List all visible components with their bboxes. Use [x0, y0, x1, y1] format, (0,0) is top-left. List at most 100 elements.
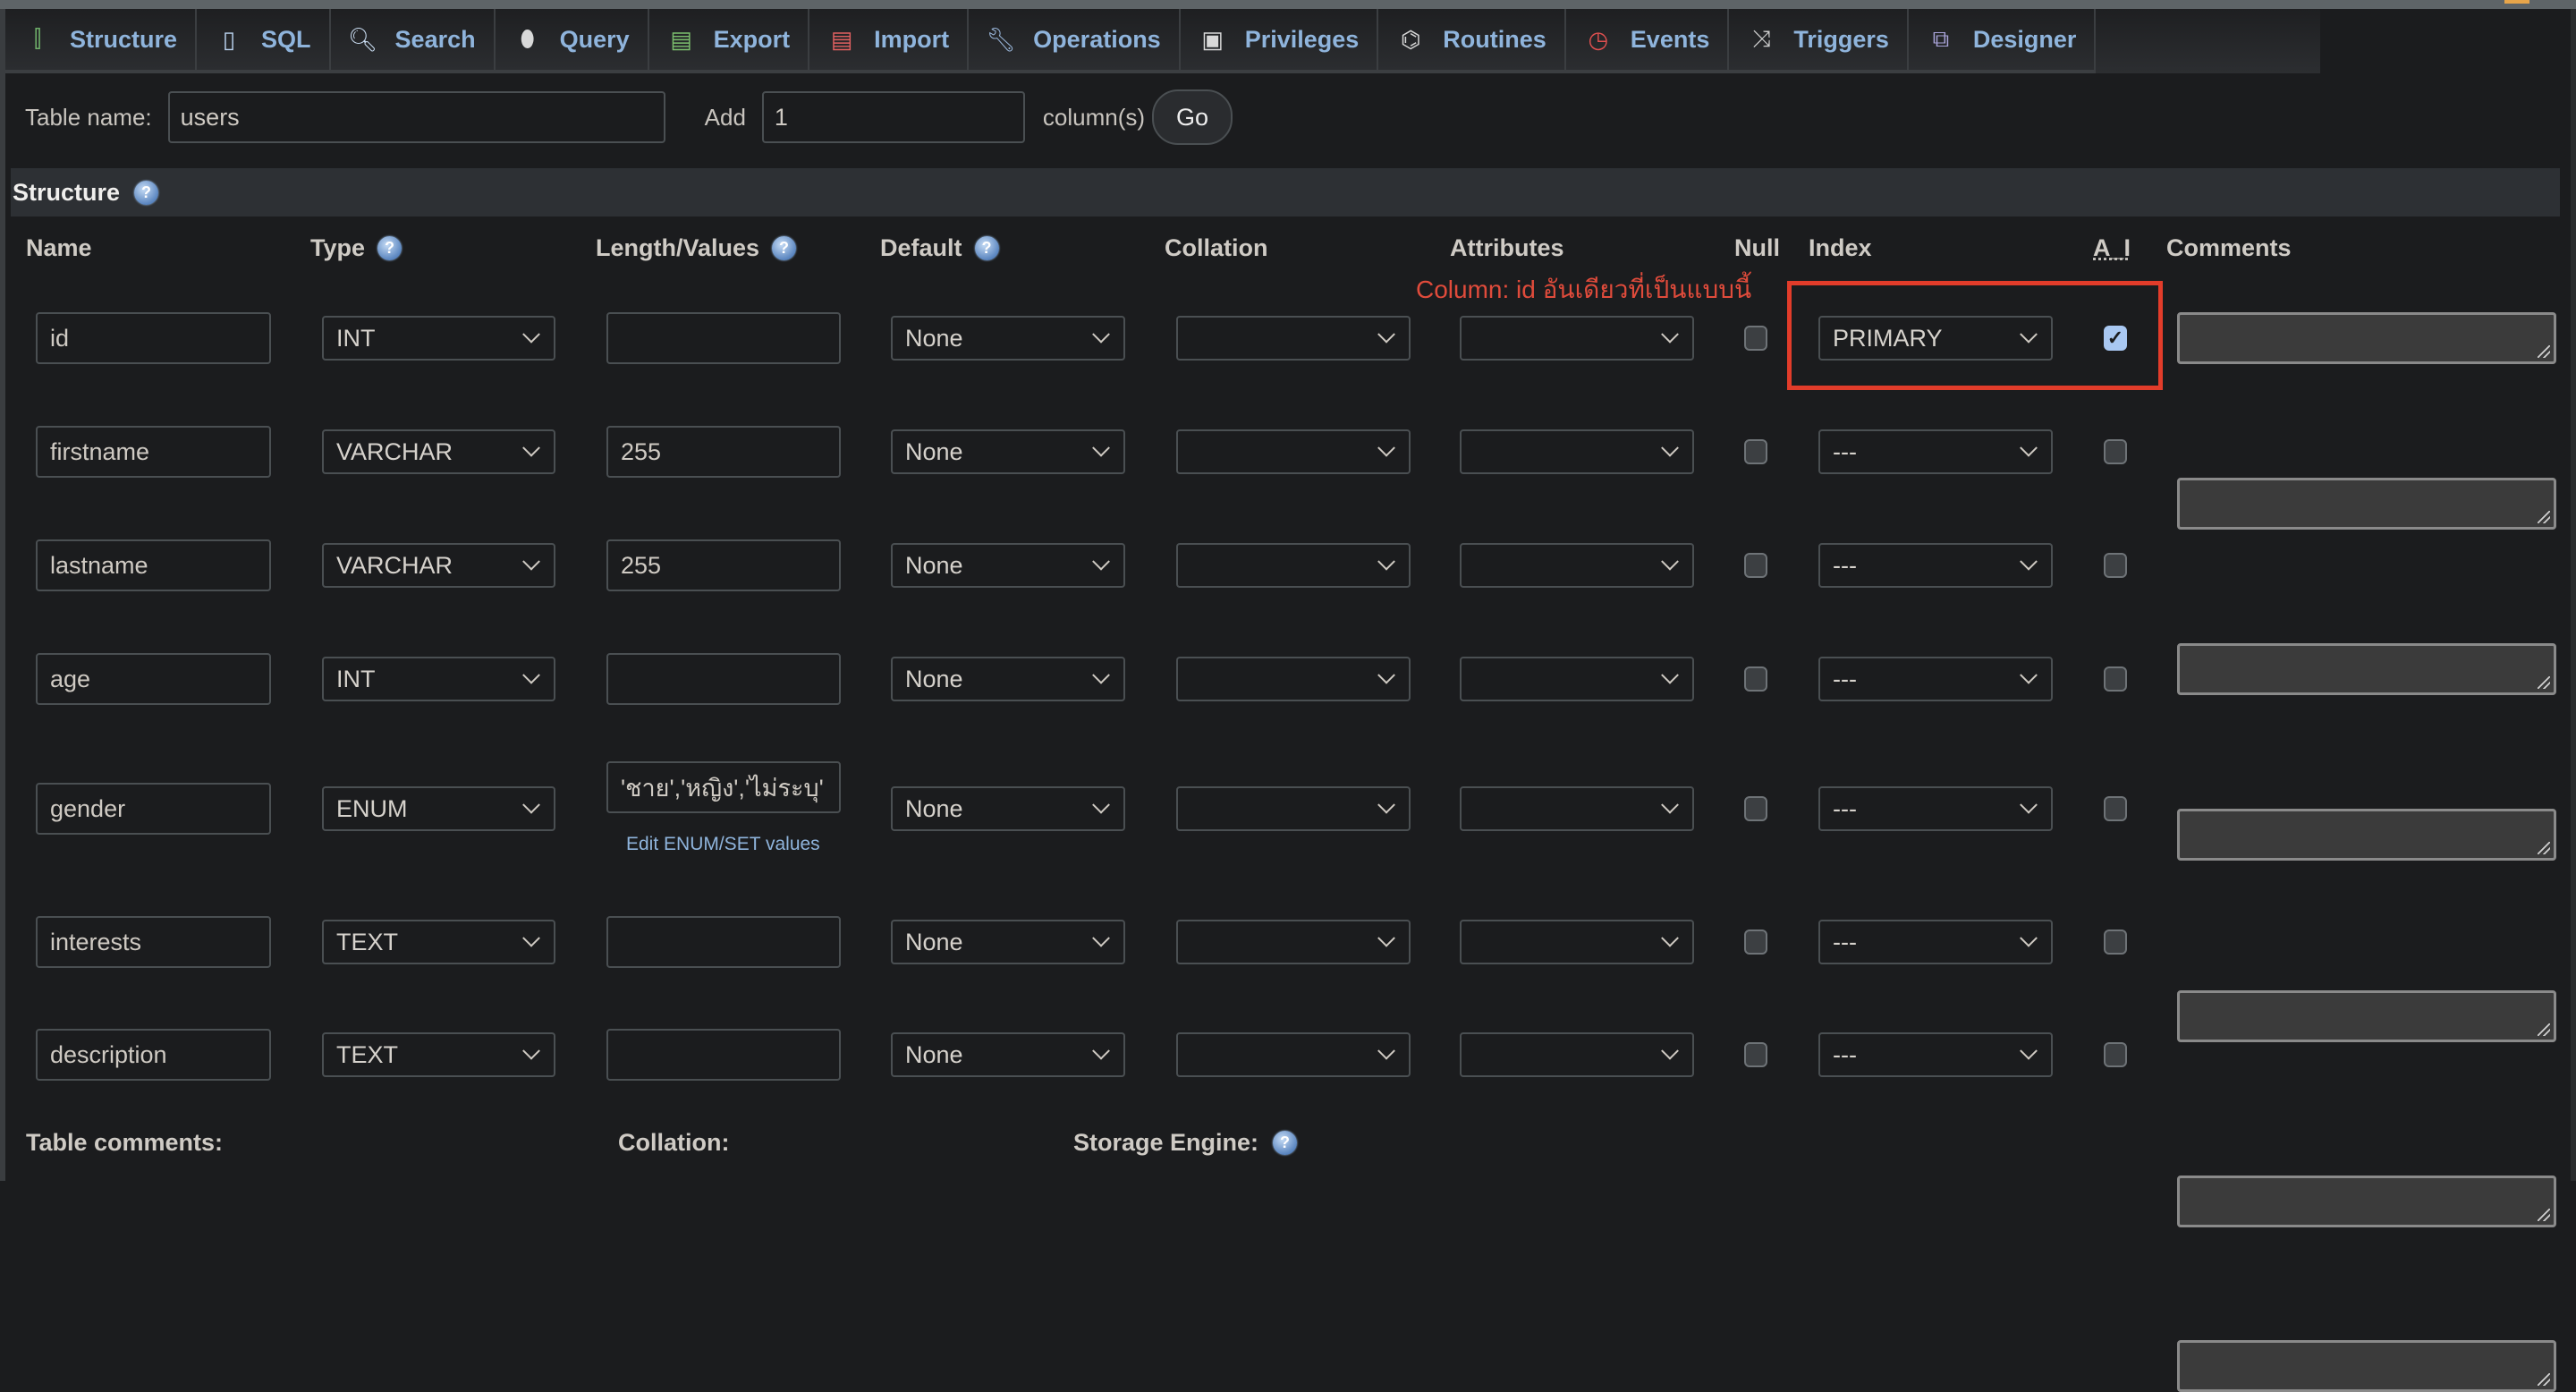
- collation-select[interactable]: [1176, 1032, 1411, 1077]
- index-select[interactable]: PRIMARY: [1818, 316, 2053, 361]
- attributes-select[interactable]: [1460, 920, 1694, 964]
- comments-textarea[interactable]: [2177, 478, 2556, 530]
- length-values-input[interactable]: [606, 653, 841, 705]
- scrollbar[interactable]: [2571, 9, 2576, 1181]
- collation-select[interactable]: [1176, 920, 1411, 964]
- default-select[interactable]: None: [891, 786, 1125, 831]
- resize-grip-icon[interactable]: [2538, 1373, 2550, 1386]
- resize-grip-icon[interactable]: [2538, 511, 2550, 523]
- table-name-input[interactable]: users: [167, 91, 665, 143]
- add-columns-input[interactable]: 1: [761, 91, 1025, 143]
- attributes-select[interactable]: [1460, 316, 1694, 361]
- collation-select[interactable]: [1176, 657, 1411, 701]
- attributes-select[interactable]: [1460, 657, 1694, 701]
- resize-grip-icon[interactable]: [2538, 1023, 2550, 1036]
- default-select[interactable]: None: [891, 1032, 1125, 1077]
- chevron-down-icon: [2020, 1041, 2038, 1060]
- type-select[interactable]: VARCHAR: [322, 429, 555, 474]
- resize-grip-icon[interactable]: [2538, 1209, 2550, 1221]
- index-select[interactable]: ---: [1818, 1032, 2053, 1077]
- help-icon[interactable]: ?: [772, 236, 797, 260]
- length-values-input[interactable]: [606, 916, 841, 968]
- column-name-input[interactable]: description: [36, 1029, 271, 1081]
- length-values-input[interactable]: 255: [606, 539, 841, 591]
- comments-textarea[interactable]: [2177, 809, 2556, 861]
- tab-routines[interactable]: ⌬ Routines: [1378, 9, 1566, 73]
- null-checkbox[interactable]: [1744, 326, 1767, 351]
- null-checkbox[interactable]: [1744, 439, 1767, 464]
- comments-textarea[interactable]: [2177, 1176, 2556, 1227]
- index-select[interactable]: ---: [1818, 543, 2053, 588]
- tab-designer[interactable]: ⧉ Designer: [1908, 9, 2097, 73]
- column-name-input[interactable]: interests: [36, 916, 271, 968]
- default-select[interactable]: None: [891, 920, 1125, 964]
- comments-textarea[interactable]: [2177, 312, 2556, 364]
- edit-enum-values-link[interactable]: Edit ENUM/SET values: [626, 834, 820, 855]
- index-select[interactable]: ---: [1818, 786, 2053, 831]
- null-checkbox[interactable]: [1744, 796, 1767, 821]
- type-select[interactable]: TEXT: [322, 920, 555, 964]
- length-values-input[interactable]: [606, 1029, 841, 1081]
- help-icon[interactable]: ?: [134, 180, 159, 205]
- comments-textarea[interactable]: [2177, 1340, 2556, 1392]
- column-name-input[interactable]: id: [36, 312, 271, 364]
- auto-increment-checkbox[interactable]: ✓: [2104, 326, 2127, 351]
- resize-grip-icon[interactable]: [2538, 345, 2550, 358]
- comments-textarea[interactable]: [2177, 990, 2556, 1042]
- tab-triggers[interactable]: ⤨ Triggers: [1729, 9, 1909, 73]
- default-select[interactable]: None: [891, 316, 1125, 361]
- null-checkbox[interactable]: [1744, 666, 1767, 692]
- resize-grip-icon[interactable]: [2538, 676, 2550, 689]
- auto-increment-checkbox[interactable]: [2104, 666, 2127, 692]
- null-checkbox[interactable]: [1744, 929, 1767, 955]
- attributes-select[interactable]: [1460, 429, 1694, 474]
- column-name-input[interactable]: age: [36, 653, 271, 705]
- help-icon[interactable]: ?: [1273, 1131, 1298, 1155]
- auto-increment-checkbox[interactable]: [2104, 1042, 2127, 1067]
- tab-operations[interactable]: 🔧︎ Operations: [969, 9, 1181, 73]
- attributes-select[interactable]: [1460, 786, 1694, 831]
- comments-textarea[interactable]: [2177, 643, 2556, 695]
- auto-increment-checkbox[interactable]: [2104, 553, 2127, 578]
- attributes-select[interactable]: [1460, 543, 1694, 588]
- null-checkbox[interactable]: [1744, 1042, 1767, 1067]
- tab-events[interactable]: ◷ Events: [1565, 9, 1730, 73]
- help-icon[interactable]: ?: [377, 236, 402, 260]
- index-select[interactable]: ---: [1818, 920, 2053, 964]
- default-select[interactable]: None: [891, 543, 1125, 588]
- type-select[interactable]: TEXT: [322, 1032, 555, 1077]
- tab-sql[interactable]: ▯ SQL: [197, 9, 331, 73]
- resize-grip-icon[interactable]: [2538, 842, 2550, 854]
- default-select[interactable]: None: [891, 429, 1125, 474]
- default-select[interactable]: None: [891, 657, 1125, 701]
- length-values-input[interactable]: 'ชาย','หญิง','ไม่ระบุ': [606, 761, 841, 813]
- auto-increment-checkbox[interactable]: [2104, 796, 2127, 821]
- column-name-input[interactable]: lastname: [36, 539, 271, 591]
- index-select[interactable]: ---: [1818, 429, 2053, 474]
- type-select[interactable]: INT: [322, 657, 555, 701]
- collation-select[interactable]: [1176, 786, 1411, 831]
- column-name-input[interactable]: gender: [36, 783, 271, 835]
- auto-increment-checkbox[interactable]: [2104, 439, 2127, 464]
- length-values-input[interactable]: 255: [606, 426, 841, 478]
- tab-export[interactable]: ▤ Export: [648, 9, 810, 73]
- tab-search[interactable]: 🔍︎ Search: [330, 9, 496, 73]
- collation-select[interactable]: [1176, 316, 1411, 361]
- null-checkbox[interactable]: [1744, 553, 1767, 578]
- index-select[interactable]: ---: [1818, 657, 2053, 701]
- auto-increment-checkbox[interactable]: [2104, 929, 2127, 955]
- column-name-input[interactable]: firstname: [36, 426, 271, 478]
- tab-privileges[interactable]: ▣ Privileges: [1180, 9, 1379, 73]
- type-select[interactable]: ENUM: [322, 786, 555, 831]
- help-icon[interactable]: ?: [974, 236, 999, 260]
- collation-select[interactable]: [1176, 543, 1411, 588]
- tab-import[interactable]: ▤ Import: [809, 9, 970, 73]
- type-select[interactable]: VARCHAR: [322, 543, 555, 588]
- go-button[interactable]: Go: [1152, 89, 1233, 145]
- tab-query[interactable]: ⬮ Query: [495, 9, 649, 73]
- tab-structure[interactable]: ⫿ Structure: [5, 9, 198, 73]
- length-values-input[interactable]: [606, 312, 841, 364]
- type-select[interactable]: INT: [322, 316, 555, 361]
- collation-select[interactable]: [1176, 429, 1411, 474]
- attributes-select[interactable]: [1460, 1032, 1694, 1077]
